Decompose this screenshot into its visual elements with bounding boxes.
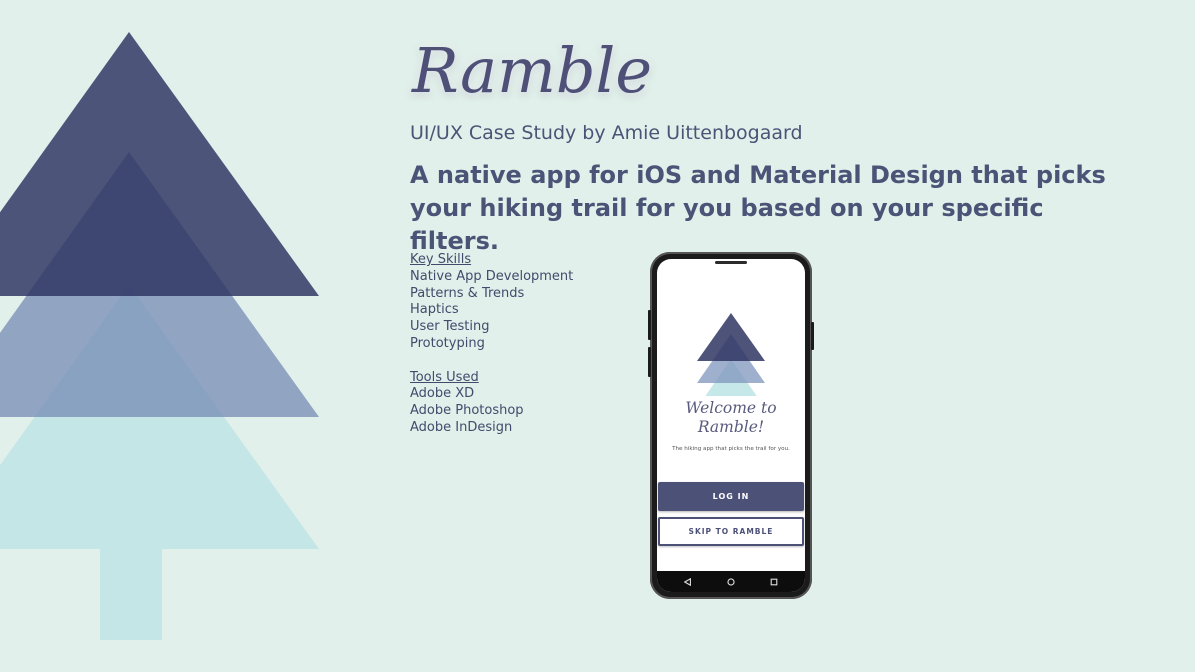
- phone-speaker: [715, 261, 747, 264]
- tool-item: Adobe InDesign: [410, 419, 513, 435]
- phone-side-button: [648, 347, 651, 377]
- app-title: Ramble: [412, 34, 653, 107]
- tools-used-heading: Tools Used: [410, 369, 479, 385]
- back-icon[interactable]: [681, 575, 695, 589]
- tree-dark-layer: [0, 32, 319, 296]
- phone-mockup: Welcome to Ramble! The hiking app that p…: [648, 252, 814, 599]
- skill-item: Prototyping: [410, 335, 485, 351]
- tool-item: Adobe XD: [410, 386, 475, 402]
- tree-logo-graphic: [0, 32, 319, 640]
- skill-item: User Testing: [410, 319, 490, 335]
- android-nav-bar: [657, 571, 805, 592]
- app-subtitle: The hiking app that picks the trail for …: [672, 446, 790, 452]
- app-tagline: A native app for iOS and Material Design…: [410, 161, 1106, 255]
- welcome-line-1: Welcome to: [685, 399, 777, 417]
- phone-screen: Welcome to Ramble! The hiking app that p…: [657, 259, 805, 592]
- phone-side-button: [648, 310, 651, 340]
- skill-item: Haptics: [410, 302, 459, 318]
- skill-item: Native App Development: [410, 268, 574, 284]
- skill-item: Patterns & Trends: [410, 285, 525, 301]
- login-button[interactable]: LOG IN: [658, 482, 804, 511]
- tool-item: Adobe Photoshop: [410, 403, 524, 419]
- skip-to-ramble-button[interactable]: SKIP TO RAMBLE: [658, 517, 804, 546]
- app-logo-icon: [697, 313, 765, 396]
- welcome-heading: Welcome to Ramble!: [657, 399, 805, 437]
- tree-trunk: [100, 549, 162, 640]
- recents-icon[interactable]: [767, 575, 781, 589]
- case-study-subtitle: UI/UX Case Study by Amie Uittenbogaard: [410, 122, 803, 144]
- welcome-line-2: Ramble!: [697, 418, 765, 436]
- phone-side-button: [811, 322, 814, 350]
- key-skills-heading: Key Skills: [410, 252, 472, 267]
- skills-and-tools: Key Skills Native App Development Patter…: [410, 252, 573, 437]
- home-icon[interactable]: [724, 575, 738, 589]
